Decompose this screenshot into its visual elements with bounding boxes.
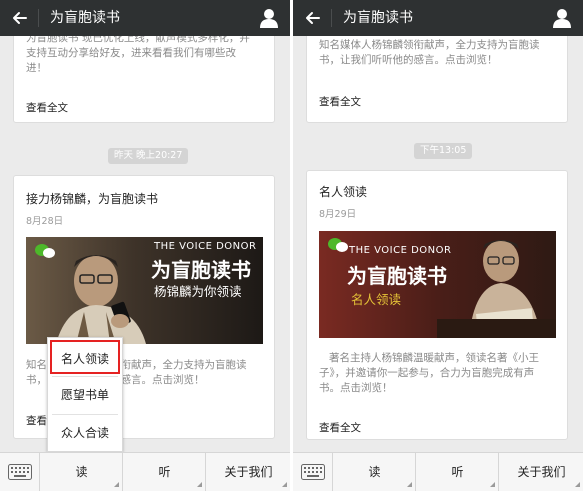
person-icon[interactable] xyxy=(553,8,571,28)
article-summary-line: 书，让我们听听他的感言。点击浏览！ xyxy=(319,54,498,66)
article-date: 8月29日 xyxy=(319,209,357,220)
keyboard-toggle-button[interactable] xyxy=(293,453,333,491)
article-cover-image[interactable]: THE VOICE DONOR 为盲胞读书 名人领读 xyxy=(319,231,556,338)
banner-subtitle: 名人领读 xyxy=(351,292,402,307)
header-bar: 为盲胞读书 xyxy=(0,0,290,36)
article-summary-line: 支持互动分享给好友，进来看看我们有哪些改 xyxy=(26,47,236,59)
submenu-indicator-icon xyxy=(114,482,119,487)
banner-brand: THE VOICE DONOR xyxy=(349,245,452,256)
keyboard-icon xyxy=(8,464,32,480)
header-bar: 为盲胞读书 xyxy=(293,0,583,36)
menu-about-us[interactable]: 关于我们 xyxy=(500,453,583,491)
submenu-popup: 名人领读 愿望书单 众人合读 xyxy=(47,337,123,452)
menu-about-us[interactable]: 关于我们 xyxy=(207,453,290,491)
wechat-logo-icon xyxy=(35,244,55,258)
submenu-indicator-icon xyxy=(197,482,202,487)
article-cover-image[interactable]: THE VOICE DONOR 为盲胞读书 杨锦麟为你领读 xyxy=(26,237,263,344)
article-description-line: 书。点击浏览！ xyxy=(319,382,393,394)
menu-listen-label: 听 xyxy=(451,465,464,479)
banner-headline: 为盲胞读书 xyxy=(151,258,251,282)
previous-article-card[interactable]: 知名媒体人杨锦麟领衔献声，全力支持为盲胞读 书，让我们听听他的感言。点击浏览！ … xyxy=(306,22,568,123)
back-arrow-icon[interactable] xyxy=(303,8,323,28)
wechat-logo-icon xyxy=(328,238,348,252)
submenu-indicator-icon xyxy=(575,482,580,487)
menu-listen-label: 听 xyxy=(158,465,171,479)
previous-article-card[interactable]: 为盲胞读书 现已优化上线，献声模式多样化，并 支持互动分享给好友，进来看看我们有… xyxy=(13,22,275,123)
person-icon[interactable] xyxy=(260,8,278,28)
submenu-item-wish-list[interactable]: 愿望书单 xyxy=(48,376,122,414)
article-description-line: 子》，并邀请你一起参与，合力为盲胞完成有声 xyxy=(319,367,535,379)
submenu-indicator-icon xyxy=(490,482,495,487)
page-title: 为盲胞读书 xyxy=(343,10,413,26)
submenu-indicator-icon xyxy=(407,482,412,487)
message-timestamp: 昨天 晚上20:27 xyxy=(108,148,189,164)
bottom-menu-bar: 读 听 关于我们 xyxy=(0,452,290,491)
submenu-item-group-reading[interactable]: 众人合读 xyxy=(48,414,122,452)
article-card[interactable]: 名人领读 8月29日 THE VOICE DONOR 为盲胞读书 名人领读 著名… xyxy=(306,170,568,440)
banner-subtitle: 杨锦麟为你领读 xyxy=(154,284,242,299)
header-divider xyxy=(38,9,39,27)
menu-about-us-label: 关于我们 xyxy=(517,465,566,479)
right-screen: 知名媒体人杨锦麟领衔献声，全力支持为盲胞读 书，让我们听听他的感言。点击浏览！ … xyxy=(293,0,583,491)
read-full-text-link[interactable]: 查看全文 xyxy=(26,100,68,115)
menu-listen[interactable]: 听 xyxy=(124,453,206,491)
bottom-menu-bar: 读 听 关于我们 xyxy=(293,452,583,491)
article-title: 接力杨锦麟，为盲胞读书 xyxy=(26,192,159,206)
left-screen: 为盲胞读书 现已优化上线，献声模式多样化，并 支持互动分享给好友，进来看看我们有… xyxy=(0,0,290,491)
read-full-text-link[interactable]: 查看全文 xyxy=(319,420,361,435)
read-full-text-link[interactable]: 查看全文 xyxy=(319,94,361,109)
banner-brand: THE VOICE DONOR xyxy=(154,241,257,252)
submenu-indicator-icon xyxy=(282,482,287,487)
article-title: 名人领读 xyxy=(319,185,368,199)
article-description-line: 著名主持人杨锦麟温暖献声，领读名著《小王 xyxy=(329,352,539,364)
keyboard-toggle-button[interactable] xyxy=(0,453,40,491)
back-arrow-icon[interactable] xyxy=(10,8,30,28)
message-timestamp: 下午13:05 xyxy=(414,143,473,159)
article-summary-line: 进！ xyxy=(26,62,47,74)
submenu-item-celebrity-reading[interactable]: 名人领读 xyxy=(50,340,120,374)
menu-read-label: 读 xyxy=(368,465,381,479)
banner-headline: 为盲胞读书 xyxy=(347,264,447,288)
article-summary-line: 知名媒体人杨锦麟领衔献声，全力支持为盲胞读 xyxy=(319,39,540,51)
page-title: 为盲胞读书 xyxy=(50,10,120,26)
menu-listen[interactable]: 听 xyxy=(417,453,499,491)
header-divider xyxy=(331,9,332,27)
menu-about-us-label: 关于我们 xyxy=(224,465,273,479)
menu-read[interactable]: 读 xyxy=(334,453,416,491)
keyboard-icon xyxy=(301,464,325,480)
article-date: 8月28日 xyxy=(26,216,64,227)
menu-read-label: 读 xyxy=(75,465,88,479)
menu-read[interactable]: 读 xyxy=(41,453,123,491)
